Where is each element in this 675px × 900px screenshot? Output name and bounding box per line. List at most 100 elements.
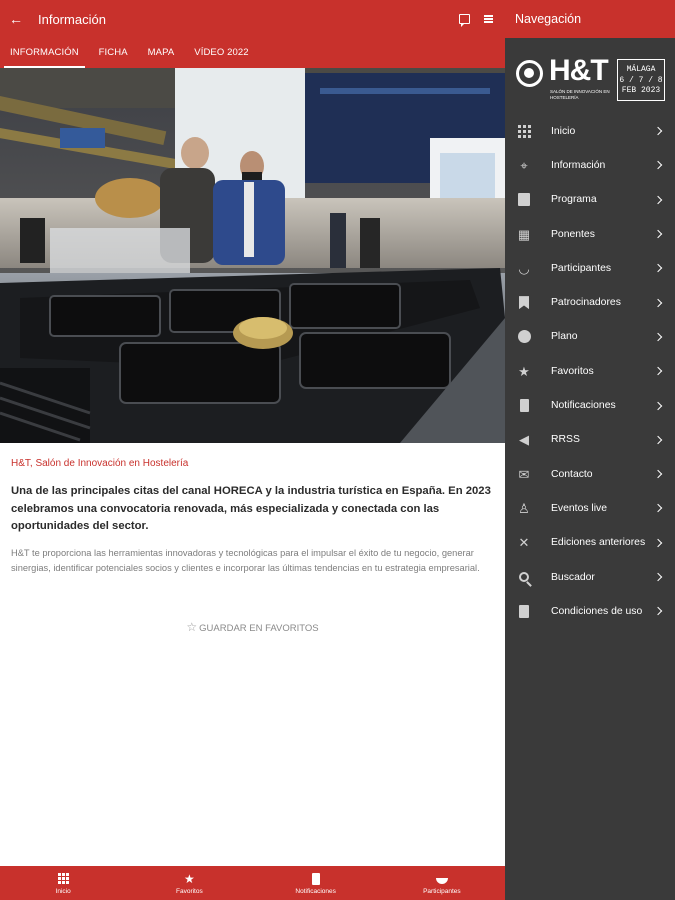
bottom-nav-label: Favoritos xyxy=(176,887,203,895)
star-icon: ★ xyxy=(183,871,195,886)
exhibition-hall-image xyxy=(0,68,505,443)
tab-mapa[interactable]: MAPA xyxy=(138,38,185,68)
nav-item-eventos-live[interactable]: ♙ Eventos live xyxy=(505,491,675,525)
nav-item-label: Eventos live xyxy=(551,502,608,514)
event-date-box: MÁLAGA 6 / 7 / 8 FEB 2023 xyxy=(617,59,665,101)
nav-item-ediciones-anteriores[interactable]: ✕ Ediciones anteriores xyxy=(505,526,675,560)
map-pin-icon: ⌖ xyxy=(520,157,528,173)
event-days: 6 / 7 / 8 xyxy=(619,75,663,85)
chevron-right-icon xyxy=(653,229,663,239)
nav-item-contacto[interactable]: ✉ Contacto xyxy=(505,457,675,491)
chevron-right-icon xyxy=(653,195,663,204)
nav-item-label: Favoritos xyxy=(551,365,594,377)
phone-icon xyxy=(519,399,529,413)
nav-item-label: Notificaciones xyxy=(551,400,616,412)
back-button[interactable]: ← xyxy=(2,0,30,38)
body-paragraph: H&T te proporciona las herramientas inno… xyxy=(11,547,480,574)
nav-item-condiciones-de-uso[interactable]: Condiciones de uso xyxy=(505,594,675,628)
nav-item-favoritos[interactable]: ★ Favoritos xyxy=(505,354,675,388)
nav-item-inicio[interactable]: Inicio xyxy=(505,114,675,148)
nav-item-label: RRSS xyxy=(551,434,580,446)
target-logo-icon xyxy=(516,60,543,87)
phone-icon xyxy=(311,872,320,885)
nav-item-notificaciones[interactable]: Notificaciones xyxy=(505,388,675,422)
speaker-icon: ▦ xyxy=(517,226,531,242)
bowl-icon xyxy=(435,878,448,884)
nav-item-label: Condiciones de uso xyxy=(551,605,643,617)
bottom-nav-label: Inicio xyxy=(55,887,71,895)
arrow-left-icon: ← xyxy=(9,11,23,27)
menu-icon[interactable] xyxy=(484,15,493,23)
bottom-navigation: Inicio ★ Favoritos Notificaciones Partic… xyxy=(0,866,505,900)
bottom-nav-label: Notificaciones xyxy=(295,887,336,895)
drawer-title: Navegación xyxy=(505,0,675,38)
chevron-right-icon xyxy=(653,504,663,513)
bottom-nav-favoritos[interactable]: ★ Favoritos xyxy=(126,866,252,900)
nav-item-label: Contacto xyxy=(551,468,593,480)
bookmark-icon xyxy=(519,296,529,310)
chevron-right-icon xyxy=(653,126,663,136)
search-icon xyxy=(519,572,529,582)
app-bar: ← Información xyxy=(0,0,505,38)
nav-item-plano[interactable]: Plano xyxy=(505,320,675,354)
bottom-nav-label: Participantes xyxy=(423,887,461,895)
chevron-right-icon xyxy=(653,538,663,547)
chevron-right-icon xyxy=(653,332,663,342)
feedback-icon[interactable] xyxy=(459,14,470,27)
main-panel: ← Información INFORMACIÓN FICHA MAPA VÍD… xyxy=(0,0,505,900)
chevron-right-icon xyxy=(653,469,663,479)
calendar-icon xyxy=(518,193,530,207)
tab-bar: INFORMACIÓN FICHA MAPA VÍDEO 2022 xyxy=(0,38,505,68)
chevron-right-icon xyxy=(653,435,663,445)
save-favorite-button[interactable]: ☆ GUARDAR EN FAVORITOS xyxy=(0,620,505,634)
nav-item-label: Ponentes xyxy=(551,228,595,240)
bottom-nav-participantes[interactable]: Participantes xyxy=(379,866,505,900)
tab-informacion[interactable]: INFORMACIÓN xyxy=(0,38,89,68)
nav-item-label: Información xyxy=(551,159,606,171)
nav-item-label: Patrocinadores xyxy=(551,297,621,309)
hero-photo xyxy=(0,68,505,443)
page-title: Información xyxy=(38,11,106,27)
lead-paragraph: Una de las principales citas del canal H… xyxy=(11,485,491,532)
bottom-nav-notificaciones[interactable]: Notificaciones xyxy=(253,866,379,900)
event-city: MÁLAGA xyxy=(626,65,656,74)
chevron-right-icon xyxy=(653,401,663,410)
drawer-menu: Inicio ⌖ Información Programa ▦ Ponentes… xyxy=(505,114,675,628)
nav-item-participantes[interactable]: ◡ Participantes xyxy=(505,251,675,285)
podium-icon: ♙ xyxy=(518,500,530,516)
nav-item-ponentes[interactable]: ▦ Ponentes xyxy=(505,217,675,251)
nav-item-label: Inicio xyxy=(551,125,576,137)
chevron-right-icon xyxy=(653,366,663,376)
chevron-right-icon xyxy=(653,264,663,273)
document-icon xyxy=(519,604,529,618)
brand-tagline: SALÓN DE INNOVACIÓN EN HOSTELERÍA xyxy=(550,89,610,100)
save-favorite-label: GUARDAR EN FAVORITOS xyxy=(199,623,319,634)
nav-item-buscador[interactable]: Buscador xyxy=(505,560,675,594)
brand-logo: H&T SALÓN DE INNOVACIÓN EN HOSTELERÍA MÁ… xyxy=(505,38,675,114)
grid-icon xyxy=(57,873,69,884)
bowl-icon: ◡ xyxy=(518,260,530,276)
info-content: H&T, Salón de Innovación en Hostelería U… xyxy=(11,458,491,577)
nav-item-patrocinadores[interactable]: Patrocinadores xyxy=(505,285,675,319)
nav-item-informacion[interactable]: ⌖ Información xyxy=(505,148,675,182)
event-subtitle: H&T, Salón de Innovación en Hostelería xyxy=(11,458,189,469)
navigation-drawer: Navegación H&T SALÓN DE INNOVACIÓN EN HO… xyxy=(505,0,675,900)
nav-item-label: Buscador xyxy=(551,571,595,583)
nav-item-label: Plano xyxy=(551,331,578,343)
bottom-nav-inicio[interactable]: Inicio xyxy=(0,866,126,900)
chevron-right-icon xyxy=(653,161,663,170)
star-icon: ★ xyxy=(518,363,530,379)
tab-video-2022[interactable]: VÍDEO 2022 xyxy=(184,38,258,68)
nav-item-programa[interactable]: Programa xyxy=(505,183,675,217)
megaphone-icon: ◀ xyxy=(519,432,529,448)
nav-item-label: Ediciones anteriores xyxy=(551,537,646,549)
event-month-year: FEB 2023 xyxy=(621,86,661,95)
tab-ficha[interactable]: FICHA xyxy=(89,38,138,68)
nav-item-label: Participantes xyxy=(551,262,612,274)
compass-icon xyxy=(517,330,531,344)
utensils-icon: ✕ xyxy=(518,535,530,551)
mail-icon: ✉ xyxy=(518,466,530,482)
grid-icon xyxy=(517,124,531,138)
star-outline-icon: ☆ xyxy=(186,620,198,634)
nav-item-rrss[interactable]: ◀ RRSS xyxy=(505,423,675,457)
